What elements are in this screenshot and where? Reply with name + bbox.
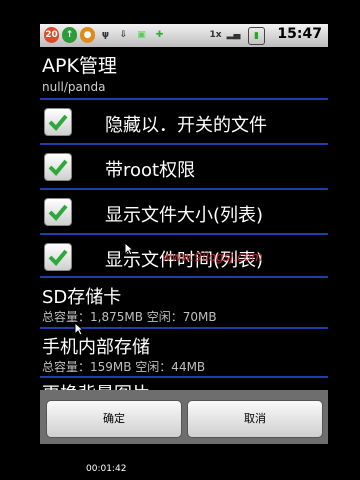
signal-type-icon: 1x [209, 30, 222, 40]
cancel-button[interactable]: 取消 [187, 400, 323, 438]
option-label: 带root权限 [105, 160, 196, 181]
storage-name: 手机内部存储 [42, 337, 150, 358]
checkmark-icon [48, 159, 68, 176]
video-timer: 00:01:42 [86, 464, 127, 474]
storage-detail: 总容量：1,875MB 空闲：70MB [42, 310, 217, 324]
status-time: 15:47 [277, 26, 322, 42]
signal-strength-icon: ▂▄ [226, 30, 241, 40]
checkmark-icon [48, 249, 68, 266]
option-label: 隐藏以．开关的文件 [105, 115, 267, 136]
storage-detail: 总容量：159MB 空闲：44MB [42, 360, 206, 374]
option-hide-dot-files[interactable]: 隐藏以．开关的文件 [40, 100, 328, 144]
checkmark-icon [48, 114, 68, 131]
android-icon: ▣ [137, 30, 146, 40]
storage-sd[interactable]: SD存储卡 总容量：1,875MB 空闲：70MB [40, 278, 328, 326]
option-label: 显示文件大小(列表) [105, 205, 264, 226]
usb-icon: ψ [101, 30, 110, 40]
ok-button[interactable]: 确定 [46, 400, 182, 438]
update-icon: ↑ [62, 27, 77, 43]
battery-icon: ▮ [248, 27, 265, 45]
checkmark-icon [48, 204, 68, 221]
notification-badge-icon: 20 [44, 27, 59, 43]
mouse-cursor-icon [124, 242, 134, 256]
storage-name: SD存储卡 [42, 287, 122, 308]
button-bar: 确定 取消 [40, 390, 328, 444]
sync-icon: ✚ [155, 30, 164, 40]
option-root[interactable]: 带root权限 [40, 145, 328, 189]
checkbox-hide-dot-files[interactable] [44, 108, 72, 136]
checkbox-show-size[interactable] [44, 198, 72, 226]
storage-internal[interactable]: 手机内部存储 总容量：159MB 空闲：44MB [40, 329, 328, 377]
phone-screen: 20 ↑ ● ψ ⇩ ▣ ✚ 1x ▂▄ ▮ 15:47 APK管理 null/… [40, 24, 328, 444]
download-icon: ⇩ [119, 30, 128, 40]
app-notify-icon: ● [80, 27, 95, 43]
status-bar: 20 ↑ ● ψ ⇩ ▣ ✚ 1x ▂▄ ▮ 15:47 [40, 24, 328, 47]
option-show-size[interactable]: 显示文件大小(列表) [40, 190, 328, 234]
current-path: null/panda [42, 80, 106, 94]
page-title: APK管理 [42, 55, 117, 77]
mouse-cursor-icon [74, 322, 84, 336]
checkbox-show-time[interactable] [44, 243, 72, 271]
watermark: www.9ilogsj.com [162, 250, 263, 264]
checkbox-root[interactable] [44, 153, 72, 181]
